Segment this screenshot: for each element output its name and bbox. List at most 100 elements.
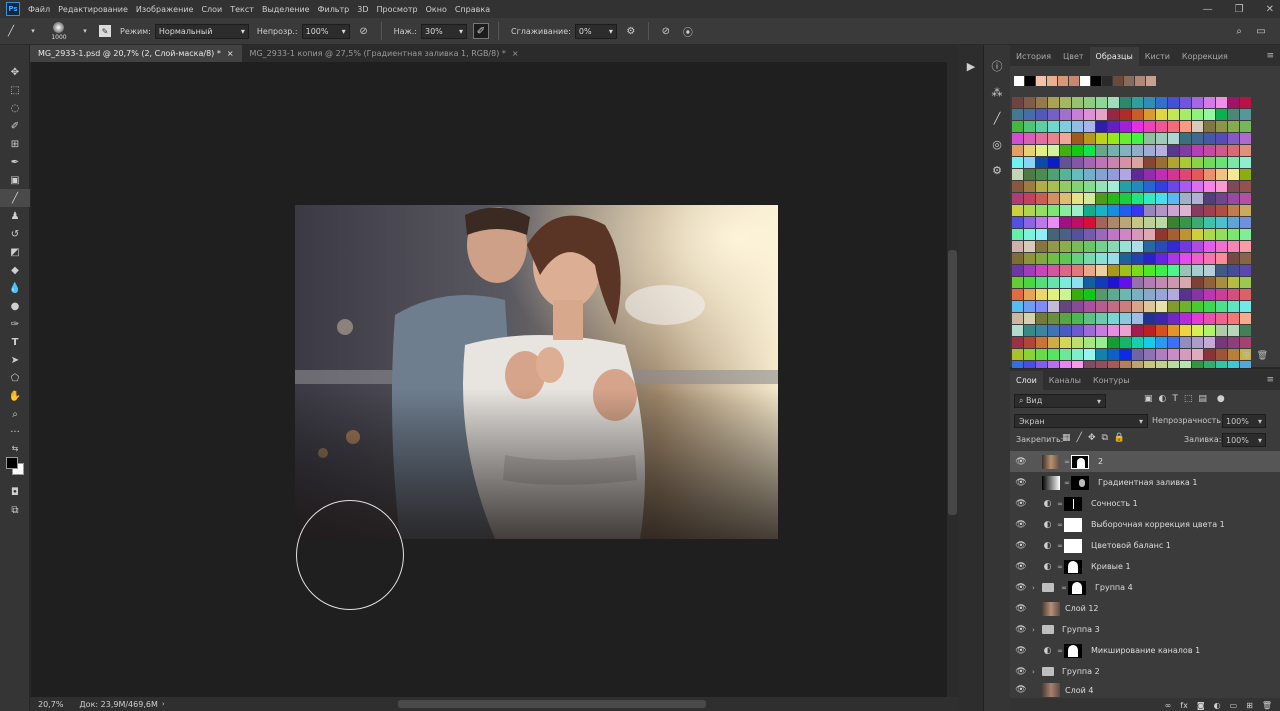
recent-swatch[interactable]	[1025, 76, 1035, 86]
trash-icon[interactable]: 🗑	[1257, 351, 1268, 361]
menu-file[interactable]: Файл	[28, 5, 50, 14]
layer-row[interactable]: 👁 Слой 12	[1010, 598, 1280, 619]
layer-name[interactable]: Градиентная заливка 1	[1098, 478, 1197, 487]
layer-row[interactable]: 👁 › ∞ Группа 4	[1010, 577, 1280, 598]
chevron-right-icon[interactable]: ›	[1032, 626, 1040, 634]
new-group-icon[interactable]: ▭	[1230, 701, 1238, 710]
tab-swatches[interactable]: Образцы	[1089, 47, 1139, 66]
blend-mode-select[interactable]: Экран ▾	[1014, 414, 1148, 428]
brush-preset-picker[interactable]: 1000	[48, 20, 70, 42]
layer-mask-thumbnail[interactable]	[1071, 475, 1089, 490]
gear-icon[interactable]: ⚙	[623, 23, 639, 39]
brush-tool-icon[interactable]: ╱	[0, 189, 30, 207]
tab-document-2[interactable]: MG_2933-1 копия @ 27,5% (Градиентная зал…	[242, 45, 527, 62]
eye-icon[interactable]: 👁	[1010, 541, 1032, 551]
quick-select-tool-icon[interactable]: ✐	[0, 117, 30, 135]
horizontal-scroll-thumb[interactable]	[398, 700, 706, 708]
pressure-opacity-icon[interactable]: ⊘	[356, 23, 372, 39]
link-layers-icon[interactable]: ∞	[1165, 701, 1172, 710]
tab-adjustments[interactable]: Коррекция	[1176, 47, 1234, 66]
symmetry-icon[interactable]: ⦿	[680, 23, 696, 39]
move-tool-icon[interactable]: ✥	[0, 63, 30, 81]
menu-text[interactable]: Текст	[230, 5, 254, 14]
recent-swatch[interactable]	[1102, 76, 1112, 86]
workspace-icon[interactable]: ▭	[1253, 23, 1269, 39]
chevron-down-icon[interactable]: ▾	[25, 23, 41, 39]
tab-layers[interactable]: Слои	[1010, 371, 1043, 390]
layer-mask-thumbnail[interactable]	[1064, 517, 1082, 532]
layer-mask-thumbnail[interactable]	[1064, 559, 1082, 574]
layer-row[interactable]: 👁 ◐ ∞ Кривые 1	[1010, 556, 1280, 577]
tab-paths[interactable]: Контуры	[1087, 371, 1136, 390]
more-tools-icon[interactable]: ···	[0, 423, 30, 441]
trash-icon[interactable]: 🗑	[1262, 701, 1272, 710]
tab-document-1[interactable]: MG_2933-1.psd @ 20,7% (2, Слой-маска/8) …	[30, 45, 242, 62]
lasso-tool-icon[interactable]: ◌	[0, 99, 30, 117]
layer-row[interactable]: 👁 ◐ ∞ Микширование каналов 1	[1010, 640, 1280, 661]
blur-tool-icon[interactable]: 💧	[0, 279, 30, 297]
layer-row[interactable]: 👁 Слой 4	[1010, 682, 1280, 698]
layer-mask-thumbnail[interactable]	[1071, 454, 1089, 469]
layer-name[interactable]: Цветовой баланс 1	[1091, 541, 1171, 550]
panel-menu-icon[interactable]: ≡	[1266, 375, 1274, 385]
menu-3d[interactable]: 3D	[357, 5, 368, 14]
swatches-icon[interactable]: ⁂	[984, 79, 1010, 105]
layer-mask-thumbnail[interactable]	[1064, 643, 1082, 658]
dodge-tool-icon[interactable]: ●	[0, 297, 30, 315]
crop-tool-icon[interactable]: ⊞	[0, 135, 30, 153]
pen-tool-icon[interactable]: ✑	[0, 315, 30, 333]
layer-filter-select[interactable]: ⌕ Вид ▾	[1014, 394, 1106, 408]
chevron-right-icon[interactable]: ›	[162, 700, 165, 708]
layer-row[interactable]: 👁 ◐ ∞ Цветовой баланс 1	[1010, 535, 1280, 556]
fill-input[interactable]: 100% ▾	[1222, 433, 1266, 447]
brush-icon[interactable]: ╱	[3, 23, 19, 39]
layer-name[interactable]: Группа 4	[1095, 583, 1133, 592]
foreground-color[interactable]	[6, 457, 18, 469]
mode-select[interactable]: Нормальный ▾	[154, 23, 249, 39]
recent-swatch[interactable]	[1113, 76, 1123, 86]
lock-position-icon[interactable]: ✥	[1088, 433, 1096, 443]
layer-name[interactable]: Слой 12	[1065, 604, 1099, 613]
menu-edit[interactable]: Редактирование	[58, 5, 128, 14]
menu-image[interactable]: Изображение	[136, 5, 194, 14]
shape-filter-icon[interactable]: ⬚	[1184, 394, 1193, 404]
layer-name[interactable]: Слой 4	[1065, 686, 1093, 695]
tab-brushes[interactable]: Кисти	[1139, 47, 1176, 66]
brush-settings-icon[interactable]: ╱	[984, 105, 1010, 131]
airbrush-icon[interactable]: ✐	[472, 23, 489, 39]
properties-icon[interactable]: ⚙	[984, 157, 1010, 183]
close-icon[interactable]: ×	[227, 49, 234, 58]
3d-icon[interactable]: ◎	[984, 131, 1010, 157]
recent-swatch[interactable]	[1080, 76, 1090, 86]
smart-object-filter-icon[interactable]: ▤	[1198, 394, 1207, 404]
menu-select[interactable]: Выделение	[262, 5, 310, 14]
layer-row[interactable]: 👁 ◐ ∞ Сочность 1	[1010, 493, 1280, 514]
layer-row[interactable]: 👁 ∞ Градиентная заливка 1	[1010, 472, 1280, 493]
fx-icon[interactable]: fx	[1180, 701, 1188, 710]
vertical-scroll-thumb[interactable]	[948, 250, 957, 515]
lock-transparency-icon[interactable]: ▦	[1062, 433, 1071, 443]
tab-history[interactable]: История	[1010, 47, 1057, 66]
type-tool-icon[interactable]: T	[0, 333, 30, 351]
menu-window[interactable]: Окно	[426, 5, 447, 14]
chevron-down-icon[interactable]: ▾	[77, 23, 93, 39]
hand-tool-icon[interactable]: ✋	[0, 387, 30, 405]
recent-swatch[interactable]	[1091, 76, 1101, 86]
eye-icon[interactable]: 👁	[1010, 562, 1032, 572]
screen-mode-icon[interactable]: ⧉	[0, 501, 30, 519]
eye-icon[interactable]: 👁	[1010, 520, 1032, 530]
info-icon[interactable]: ⓘ	[984, 53, 1010, 79]
lock-all-icon[interactable]: 🔒	[1114, 433, 1125, 443]
eye-icon[interactable]: 👁	[1010, 457, 1032, 467]
new-adjustment-icon[interactable]: ◐	[1214, 701, 1221, 710]
layer-name[interactable]: Группа 2	[1062, 667, 1100, 676]
eraser-tool-icon[interactable]: ◩	[0, 243, 30, 261]
layer-name[interactable]: Микширование каналов 1	[1091, 646, 1200, 655]
layer-row[interactable]: 👁 › Группа 3	[1010, 619, 1280, 640]
quick-mask-icon[interactable]: ◘	[0, 483, 30, 501]
layer-opacity-input[interactable]: 100% ▾	[1222, 414, 1266, 428]
swatch-grid[interactable]	[1012, 97, 1262, 393]
pressure-size-icon[interactable]: ⊘	[658, 23, 674, 39]
close-icon[interactable]: ×	[512, 49, 519, 58]
layer-name[interactable]: Выборочная коррекция цвета 1	[1091, 520, 1225, 529]
